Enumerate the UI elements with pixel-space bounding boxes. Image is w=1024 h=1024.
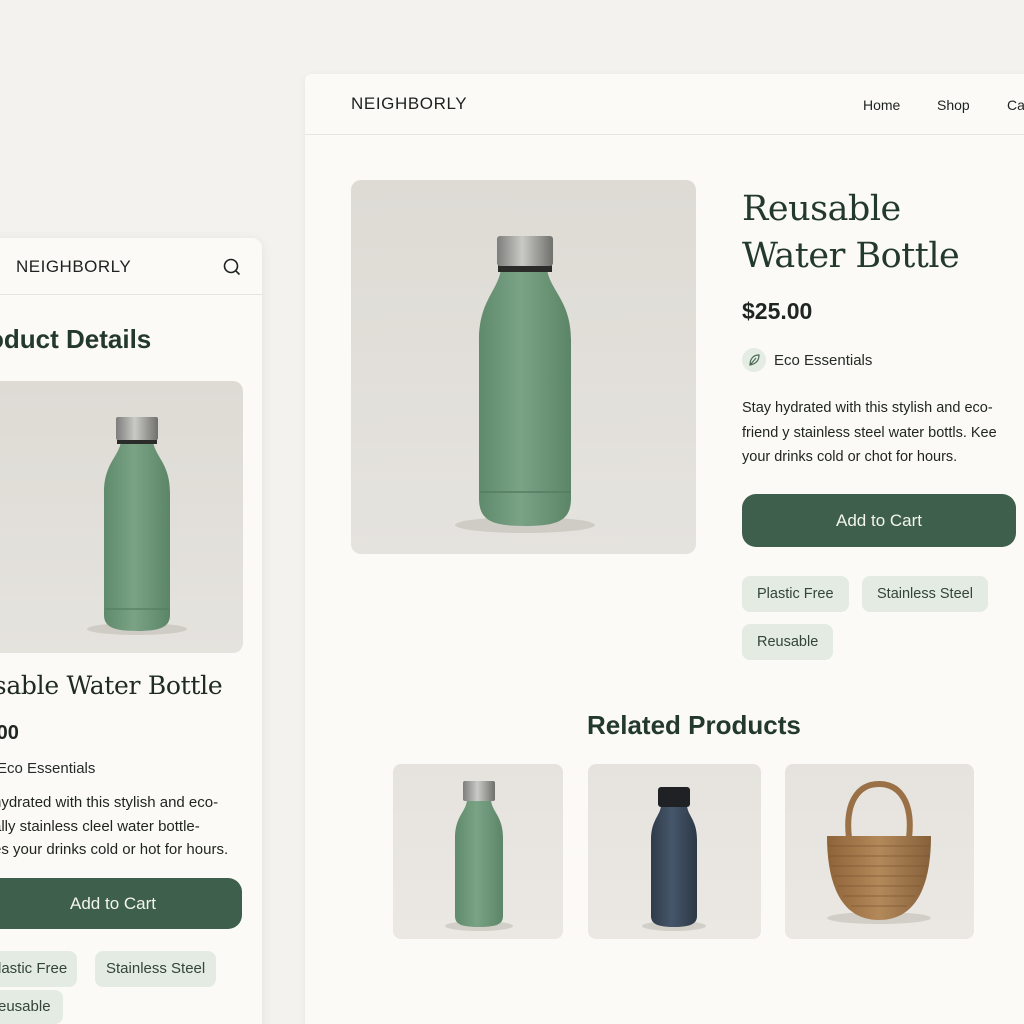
related-product-basket[interactable] [785, 764, 974, 939]
product-details-title: oduct Details [0, 324, 152, 354]
desktop-logo[interactable]: NEIGHBORLY [351, 94, 467, 114]
mobile-tag-stainless-steel[interactable]: Stainless Steel [95, 951, 217, 987]
mobile-product-image [0, 381, 243, 653]
product-hero-image [351, 180, 696, 554]
basket-thumbnail [827, 780, 931, 924]
green-bottle-thumbnail [445, 781, 513, 931]
description-line: es your drinks cold or hot for hours. [0, 841, 229, 858]
description-line: friend y stainless steel water bottls. K… [742, 424, 997, 441]
description-line: ally stainless cleel water bottle- [0, 817, 200, 835]
mobile-brand-name: Eco Essentials [0, 760, 96, 777]
mobile-product-price: 5.00 [0, 722, 19, 744]
related-products-title: Related Products [587, 710, 801, 740]
mobile-tag-reusable[interactable]: eusable [0, 990, 63, 1024]
screenshot-stage: NEIGHBORLY Home Shop Ca Reusable Water B… [0, 0, 1024, 1024]
mobile-tag-plastic-free[interactable]: lastic Free [0, 951, 78, 987]
product-title: Reusable Water Bottle [742, 186, 1024, 280]
green-bottle-image [455, 236, 595, 533]
mobile-product-description: hydrated with this stylish and eco- ally… [0, 791, 243, 862]
product-title-line1: Reusable [742, 189, 901, 229]
description-line: your drinks cold or chot for hours. [742, 449, 958, 465]
tag-stainless-steel[interactable]: Stainless Steel [862, 576, 988, 612]
mobile-header: NEIGHBORLY [0, 238, 262, 295]
search-icon[interactable] [222, 257, 242, 277]
nav-home[interactable]: Home [863, 97, 900, 113]
brand-row[interactable]: Eco Essentials [742, 348, 872, 372]
add-to-cart-button[interactable]: Add to Cart [742, 494, 1016, 547]
product-title-line2: Water Bottle [742, 236, 960, 276]
tag-plastic-free[interactable]: Plastic Free [742, 576, 849, 612]
tag-reusable[interactable]: Reusable [742, 624, 834, 660]
mobile-add-to-cart-button[interactable]: Add to Cart [0, 878, 242, 929]
nav-shop[interactable]: Shop [937, 97, 970, 113]
leaf-icon [742, 348, 766, 372]
related-product-green-bottle[interactable] [393, 764, 563, 939]
mobile-product-page: NEIGHBORLY oduct Details usable Water Bo… [0, 238, 262, 1024]
product-price: $25.00 [742, 298, 813, 324]
mobile-product-title: usable Water Bottle [0, 671, 223, 700]
related-product-navy-bottle[interactable] [588, 764, 761, 939]
green-bottle-image [87, 417, 187, 635]
brand-name: Eco Essentials [774, 351, 873, 369]
product-description: Stay hydrated with this stylish and eco-… [742, 396, 1024, 470]
description-line: Stay hydrated with this stylish and eco- [742, 400, 993, 416]
desktop-product-page: NEIGHBORLY Home Shop Ca Reusable Water B… [305, 74, 1024, 1024]
desktop-header: NEIGHBORLY Home Shop Ca [305, 74, 1024, 135]
navy-bottle-thumbnail [642, 787, 706, 931]
description-line: hydrated with this stylish and eco- [0, 794, 219, 811]
nav-cart[interactable]: Ca [1007, 97, 1024, 113]
mobile-logo[interactable]: NEIGHBORLY [16, 257, 131, 277]
